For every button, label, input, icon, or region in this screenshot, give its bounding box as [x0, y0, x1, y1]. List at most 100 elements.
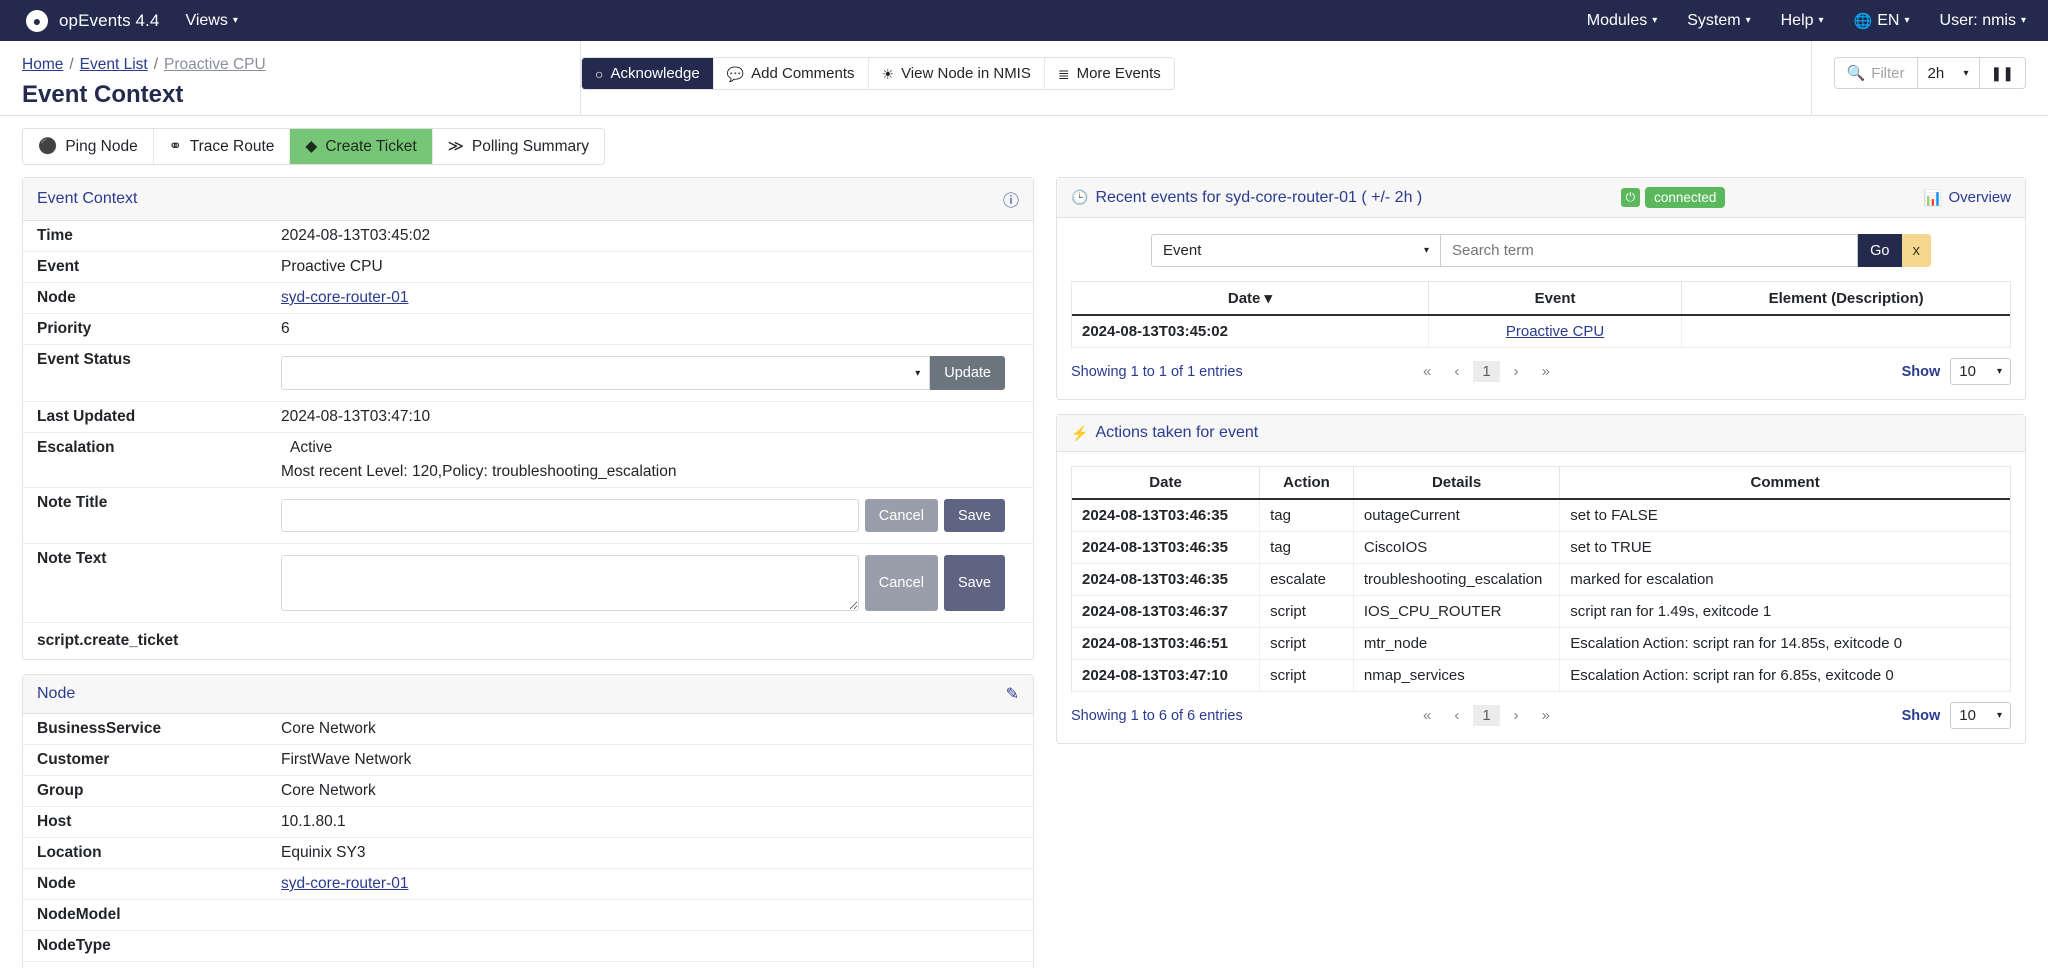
- cell-details: IOS_CPU_ROUTER: [1353, 595, 1561, 628]
- node-link[interactable]: syd-core-router-01: [281, 289, 409, 306]
- app-brand[interactable]: ● opEvents 4.4: [26, 9, 159, 32]
- table-row[interactable]: 2024-08-13T03:46:35 tag CiscoIOS set to …: [1072, 531, 2010, 564]
- table-row[interactable]: 2024-08-13T03:46:51 script mtr_node Esca…: [1072, 627, 2010, 660]
- page-first-button[interactable]: «: [1414, 705, 1440, 726]
- note-text-input[interactable]: [281, 555, 859, 611]
- nav-help-label: Help: [1780, 11, 1814, 29]
- nav-user[interactable]: User: nmis ▾: [1940, 12, 2026, 30]
- row-businessservice-label: BusinessService: [37, 720, 162, 737]
- actions-taken-pagination: Showing 1 to 6 of 6 entries « ‹ 1 › » Sh…: [1057, 692, 2025, 743]
- table-row[interactable]: 2024-08-13T03:47:10 script nmap_services…: [1072, 659, 2010, 692]
- note-title-save-button[interactable]: Save: [943, 499, 1005, 532]
- more-events-button[interactable]: ≣ More Events: [1044, 58, 1174, 89]
- nav-system[interactable]: System ▾: [1687, 12, 1750, 30]
- recent-events-page-size: Show 10 ▾: [1902, 358, 2011, 385]
- pulse-icon: ≫: [447, 138, 464, 155]
- event-status-select[interactable]: ▾: [281, 356, 931, 390]
- note-text-cancel-button[interactable]: Cancel: [864, 555, 938, 611]
- filter-input[interactable]: 🔍 Filter: [1833, 57, 1918, 89]
- acknowledge-button[interactable]: ○ Acknowledge: [582, 58, 714, 89]
- actions-taken-header-row: Date Action Details Comment: [1072, 467, 2010, 500]
- table-row[interactable]: 2024-08-13T03:46:37 script IOS_CPU_ROUTE…: [1072, 595, 2010, 628]
- escalation-state: Active: [290, 439, 333, 456]
- nav-help[interactable]: Help ▾: [1781, 12, 1824, 30]
- event-context-panel: Event Context ⓘ Time 2024-08-13T03:45:02…: [22, 177, 1034, 660]
- event-link[interactable]: Proactive CPU: [1506, 323, 1604, 340]
- col-date[interactable]: Date ▾: [1072, 282, 1429, 316]
- overview-link[interactable]: 📊 Overview: [1924, 189, 2011, 207]
- col-action-details[interactable]: Details: [1353, 467, 1561, 500]
- note-title-input[interactable]: [281, 499, 859, 532]
- search-go-button[interactable]: Go: [1858, 234, 1902, 267]
- pause-refresh-button[interactable]: ❚❚: [1979, 57, 2026, 89]
- col-element[interactable]: Element (Description): [1681, 282, 2010, 316]
- acknowledge-label: Acknowledge: [610, 65, 700, 82]
- page-prev-button[interactable]: ‹: [1445, 705, 1468, 726]
- recent-events-showing: Showing 1 to 1 of 1 entries: [1071, 363, 1243, 380]
- view-node-in-nmis-button[interactable]: ☀ View Node in NMIS: [868, 58, 1045, 89]
- main-content: Event Context ⓘ Time 2024-08-13T03:45:02…: [0, 165, 2048, 968]
- row-nodetype: NodeType: [23, 931, 1033, 962]
- cell-date: 2024-08-13T03:46:51: [1072, 627, 1261, 660]
- page-size-select[interactable]: 10 ▾: [1950, 358, 2011, 385]
- row-nodemodel: NodeModel: [23, 900, 1033, 931]
- info-icon[interactable]: ⓘ: [1003, 187, 1019, 211]
- nav-modules[interactable]: Modules ▾: [1587, 12, 1658, 30]
- page-size-select[interactable]: 10 ▾: [1950, 702, 2011, 729]
- page-current-button[interactable]: 1: [1473, 705, 1500, 726]
- actions-taken-table-border: Date Action Details Comment 2024-08-13T0…: [1071, 466, 2011, 692]
- tab-polling-summary[interactable]: ≫ Polling Summary: [432, 129, 605, 164]
- row-event-label: Event: [37, 258, 80, 275]
- col-action-type[interactable]: Action: [1259, 467, 1354, 500]
- row-event: Event Proactive CPU: [23, 252, 1033, 283]
- search-clear-button[interactable]: x: [1901, 234, 1931, 267]
- add-comments-button[interactable]: 💬 Add Comments: [713, 58, 869, 89]
- tab-trace-route[interactable]: ⚭ Trace Route: [153, 129, 291, 164]
- row-time-label: Time: [37, 227, 73, 244]
- page-size-value: 10: [1959, 363, 1976, 380]
- nav-modules-label: Modules: [1586, 11, 1648, 29]
- note-text-save-button[interactable]: Save: [943, 555, 1005, 611]
- breadcrumb-separator: /: [153, 56, 159, 73]
- tab-create-ticket[interactable]: ◆ Create Ticket: [290, 129, 433, 164]
- nav-views[interactable]: Views ▾: [185, 12, 237, 30]
- row-group: Group Core Network: [23, 776, 1033, 807]
- show-label: Show: [1901, 707, 1941, 724]
- page-current-button[interactable]: 1: [1473, 361, 1500, 382]
- update-button[interactable]: Update: [930, 356, 1005, 390]
- col-action-date[interactable]: Date: [1072, 467, 1261, 500]
- recent-events-header-row: Date ▾ Event Element (Description): [1072, 282, 2010, 316]
- page-last-button[interactable]: »: [1533, 361, 1559, 382]
- cell-element: [1681, 315, 2010, 348]
- cell-comment: set to FALSE: [1559, 499, 2010, 532]
- row-escalation-value: Active Most recent Level: 120,Policy: tr…: [281, 433, 1033, 487]
- note-title-cancel-button[interactable]: Cancel: [864, 499, 938, 532]
- node-panel-node-link[interactable]: syd-core-router-01: [281, 875, 409, 892]
- edit-pencil-icon[interactable]: ✎: [1006, 684, 1019, 704]
- page-prev-button[interactable]: ‹: [1445, 361, 1468, 382]
- col-action-comment[interactable]: Comment: [1559, 467, 2010, 500]
- breadcrumb-event-list[interactable]: Event List: [80, 56, 148, 73]
- search-term-input[interactable]: [1441, 234, 1859, 267]
- nav-language[interactable]: 🌐 EN ▾: [1854, 12, 1910, 30]
- page-next-button[interactable]: ›: [1505, 361, 1528, 382]
- bell-logo-icon: ●: [26, 9, 48, 32]
- time-range-select[interactable]: 2h ▾: [1917, 57, 1980, 89]
- page-first-button[interactable]: «: [1414, 361, 1440, 382]
- search-field-select[interactable]: Event ▾: [1151, 234, 1441, 267]
- pause-icon: ❚❚: [1990, 64, 2014, 81]
- page-next-button[interactable]: ›: [1505, 705, 1528, 726]
- table-row[interactable]: 2024-08-13T03:46:35 tag outageCurrent se…: [1072, 499, 2010, 532]
- recent-events-title: Recent events for syd-core-router-01 ( +…: [1095, 188, 1423, 206]
- chevron-down-icon: ▾: [1652, 14, 1658, 26]
- toolbar-button-group: ○ Acknowledge 💬 Add Comments ☀ View Node…: [581, 57, 1175, 90]
- comment-icon: 💬: [726, 65, 745, 82]
- table-row[interactable]: 2024-08-13T03:45:02 Proactive CPU: [1072, 315, 2010, 348]
- tab-ping-node[interactable]: ⚫ Ping Node: [23, 129, 154, 164]
- col-event[interactable]: Event: [1428, 282, 1683, 316]
- actions-taken-page-controls: « ‹ 1 › »: [1414, 705, 1559, 726]
- table-row[interactable]: 2024-08-13T03:46:35 escalate troubleshoo…: [1072, 563, 2010, 596]
- breadcrumb-home[interactable]: Home: [22, 56, 63, 73]
- page-last-button[interactable]: »: [1533, 705, 1559, 726]
